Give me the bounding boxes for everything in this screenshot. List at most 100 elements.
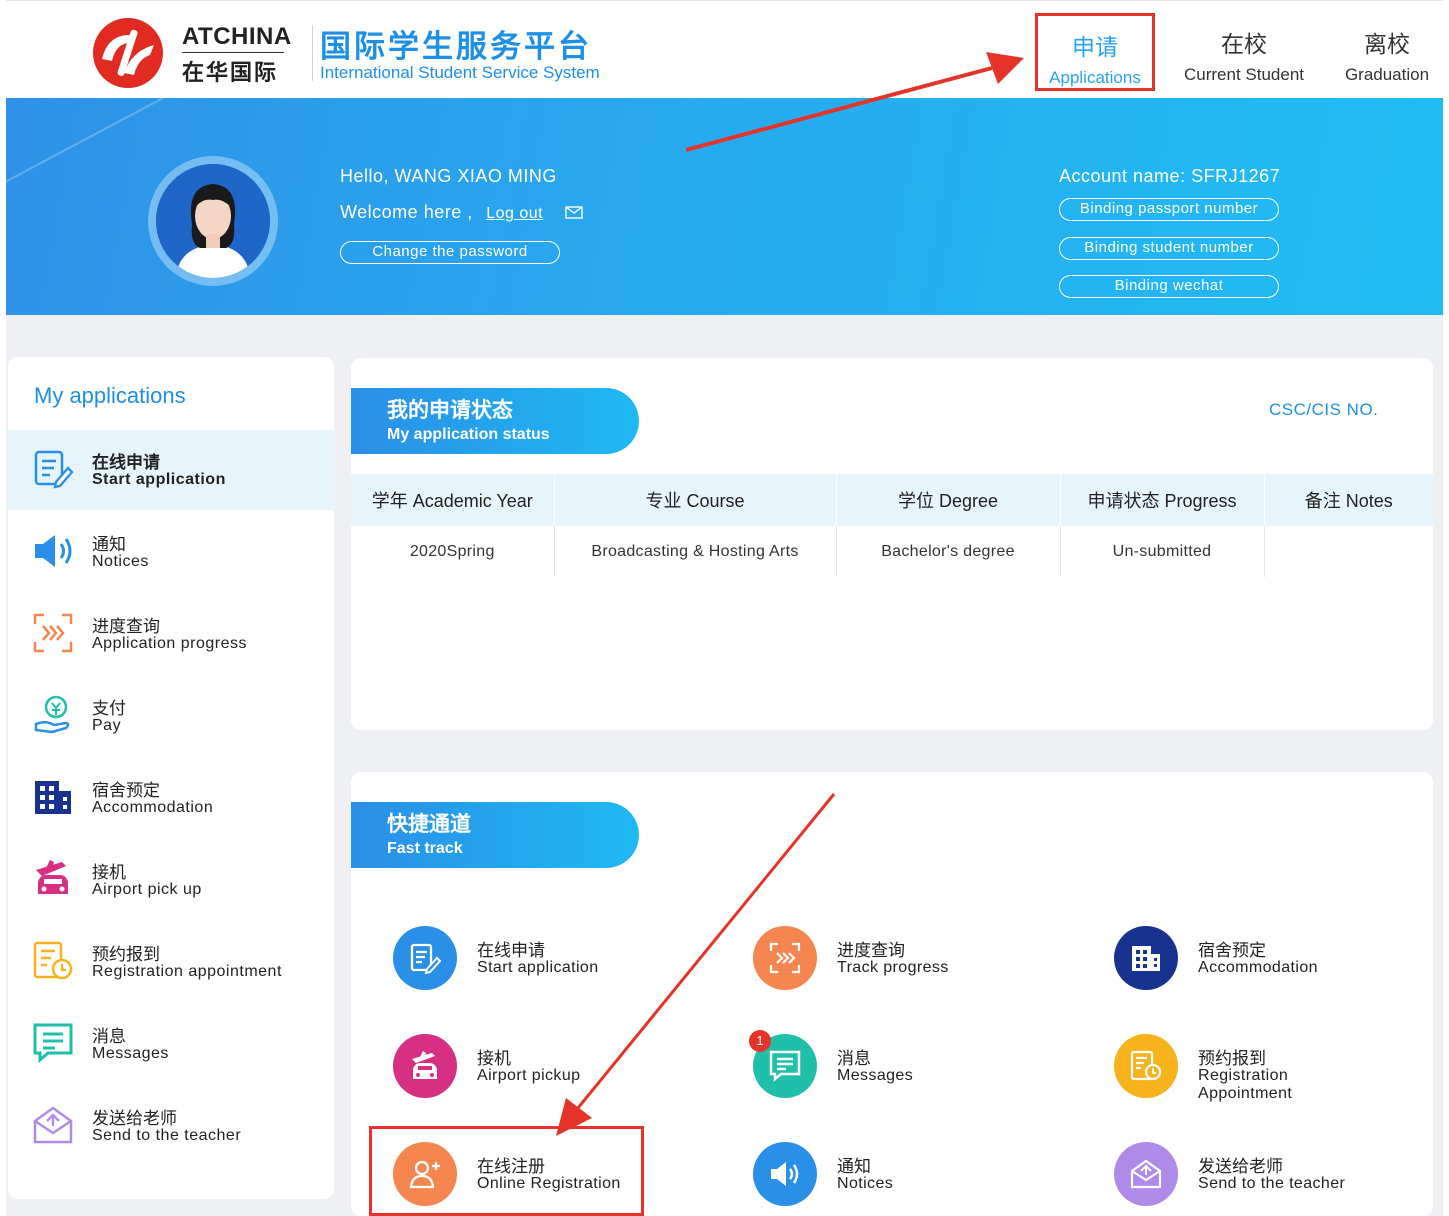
- fast-track-title-cn: 快捷通道: [387, 813, 471, 836]
- fast-item-label-en: Track progress: [837, 959, 949, 976]
- sidebar-item-registration-appointment[interactable]: 预约报到 Registration appointment: [8, 922, 334, 1002]
- fast-messages[interactable]: 1 消息 Messages: [749, 1030, 1053, 1114]
- fast-icon-circle: [1114, 1034, 1178, 1098]
- user-banner: Hello, WANG XIAO MING Welcome here , Log…: [6, 98, 1443, 315]
- nav-current-student-en: Current Student: [1183, 65, 1304, 84]
- nav-current-student[interactable]: 在校 Current Student: [1171, 13, 1317, 91]
- bind-wechat-button[interactable]: Binding wechat: [1059, 275, 1279, 298]
- application-status-panel: 我的申请状态 My application status CSC/CIS NO.…: [351, 358, 1433, 730]
- sidebar-item-pay[interactable]: 支付 Pay: [8, 676, 334, 756]
- cell-notes: [1264, 526, 1433, 577]
- header-separator: [312, 25, 313, 81]
- cell-course: Broadcasting & Hosting Arts: [554, 526, 837, 577]
- bind-student-number-button[interactable]: Binding student number: [1059, 237, 1279, 260]
- nav-graduation-en: Graduation: [1344, 65, 1430, 84]
- pay-hand-icon: [34, 695, 70, 734]
- fast-send-to-teacher[interactable]: 发送给老师 Send to the teacher: [1114, 1142, 1414, 1216]
- fast-start-application[interactable]: 在线申请 Start application: [393, 926, 693, 1006]
- fast-icon-circle: [393, 926, 457, 990]
- sidebar-item-label-cn: 宿舍预定: [92, 781, 160, 800]
- building-icon: [35, 781, 71, 814]
- fast-item-label-en: Send to the teacher: [1198, 1175, 1346, 1192]
- col-degree: 学位 Degree: [836, 474, 1061, 526]
- sidebar-item-label-en: Pay: [92, 717, 122, 734]
- greeting-text: Hello, WANG XIAO MING: [340, 166, 557, 186]
- sidebar-item-start-application[interactable]: 在线申请 Start application: [8, 430, 334, 510]
- fast-item-label-cn: 在线申请: [477, 941, 545, 960]
- fast-item-label-en: Online Registration: [477, 1175, 621, 1192]
- fast-item-label-cn: 进度查询: [837, 941, 905, 960]
- sidebar-item-notices[interactable]: 通知 Notices: [8, 512, 334, 592]
- mail-icon[interactable]: [564, 203, 583, 224]
- status-title-en: My application status: [387, 426, 550, 443]
- sidebar-item-application-progress[interactable]: 进度查询 Application progress: [8, 594, 334, 674]
- car-plane-icon: [36, 860, 68, 894]
- col-academic-year: 学年 Academic Year: [351, 474, 555, 526]
- progress-scan-icon: [33, 613, 73, 653]
- welcome-line: Welcome here , Log out: [340, 202, 583, 224]
- fast-notices[interactable]: 通知 Notices: [753, 1142, 1053, 1216]
- message-icon: [33, 1023, 73, 1064]
- sidebar-title: My applications: [34, 383, 186, 408]
- fast-online-registration[interactable]: 在线注册 Online Registration: [393, 1142, 693, 1216]
- sidebar-item-label-cn: 发送给老师: [92, 1109, 177, 1128]
- nav-applications-en: Applications: [1049, 68, 1141, 87]
- status-title-cn: 我的申请状态: [387, 399, 513, 422]
- sidebar-item-airport-pickup[interactable]: 接机 Airport pick up: [8, 840, 334, 920]
- nav-graduation[interactable]: 离校 Graduation: [1332, 13, 1442, 91]
- sidebar-item-label-en: Start application: [92, 471, 226, 488]
- change-password-button[interactable]: Change the password: [340, 241, 560, 264]
- speaker-icon: [771, 1162, 799, 1186]
- fast-accommodation[interactable]: 宿舍预定 Accommodation: [1114, 926, 1414, 1006]
- col-course: 专业 Course: [554, 474, 837, 526]
- csc-cis-number-label: CSC/CIS NO.: [1269, 400, 1379, 419]
- sidebar-item-label-en: Application progress: [92, 635, 247, 652]
- fast-airport-pickup[interactable]: 接机 Airport pickup: [393, 1034, 693, 1114]
- nav-graduation-cn: 离校: [1364, 31, 1410, 57]
- sidebar: My applications 在线申请 Start application 通…: [8, 357, 334, 1199]
- fast-track-ribbon: 快捷通道 Fast track: [351, 802, 639, 868]
- nav-applications[interactable]: 申请 Applications: [1035, 13, 1155, 91]
- form-edit-icon: [410, 943, 441, 974]
- sidebar-item-label-en: Registration appointment: [92, 963, 282, 980]
- progress-scan-icon: [769, 942, 801, 974]
- person-photo-icon: [156, 164, 270, 278]
- calendar-clock-icon: [1130, 1050, 1162, 1081]
- form-edit-icon: [34, 450, 74, 489]
- sidebar-item-label-en: Send to the teacher: [92, 1127, 242, 1144]
- cell-academic-year: 2020Spring: [351, 526, 555, 577]
- fast-track-progress[interactable]: 进度查询 Track progress: [753, 926, 1053, 1006]
- fast-item-label-en: Registration Appointment: [1198, 1067, 1293, 1102]
- sidebar-item-send-to-teacher[interactable]: 发送给老师 Send to the teacher: [8, 1086, 334, 1166]
- sidebar-item-label-cn: 接机: [92, 863, 126, 882]
- fast-icon-circle: [1114, 926, 1178, 990]
- envelope-icon: [1130, 1159, 1162, 1189]
- building-icon: [1132, 946, 1160, 971]
- nav-applications-cn: 申请: [1072, 34, 1118, 60]
- sidebar-item-label-cn: 预约报到: [92, 945, 160, 964]
- fast-registration-appointment[interactable]: 预约报到 Registration Appointment: [1114, 1034, 1414, 1114]
- message-icon: [769, 1050, 801, 1082]
- fast-icon-circle: [393, 1034, 457, 1098]
- table-row[interactable]: 2020Spring Broadcasting & Hosting Arts B…: [351, 526, 1433, 577]
- sidebar-item-label-cn: 在线申请: [92, 453, 160, 472]
- speaker-icon: [35, 535, 72, 567]
- sidebar-item-messages[interactable]: 消息 Messages: [8, 1004, 334, 1084]
- envelope-icon: [33, 1106, 73, 1144]
- logo-text-en: ATCHINA: [182, 23, 292, 50]
- sidebar-item-label-en: Airport pick up: [92, 881, 202, 898]
- system-title-en: International Student Service System: [320, 63, 600, 82]
- sidebar-item-accommodation[interactable]: 宿舍预定 Accommodation: [8, 758, 334, 838]
- fast-item-label-cn: 宿舍预定: [1198, 941, 1266, 960]
- logout-link[interactable]: Log out: [486, 205, 543, 222]
- calendar-clock-icon: [33, 941, 73, 980]
- sidebar-item-label-cn: 通知: [92, 535, 126, 554]
- avatar[interactable]: [156, 164, 270, 278]
- atchina-logo-icon[interactable]: [80, 15, 176, 91]
- fast-item-label-en: Start application: [477, 959, 599, 976]
- fast-item-label-en: Accommodation: [1198, 959, 1318, 976]
- fast-track-panel: 快捷通道 Fast track 在线申请 Start application 进…: [351, 772, 1433, 1216]
- bind-passport-button[interactable]: Binding passport number: [1059, 198, 1279, 221]
- add-user-icon: [409, 1160, 440, 1189]
- fast-item-label-cn: 通知: [837, 1157, 871, 1176]
